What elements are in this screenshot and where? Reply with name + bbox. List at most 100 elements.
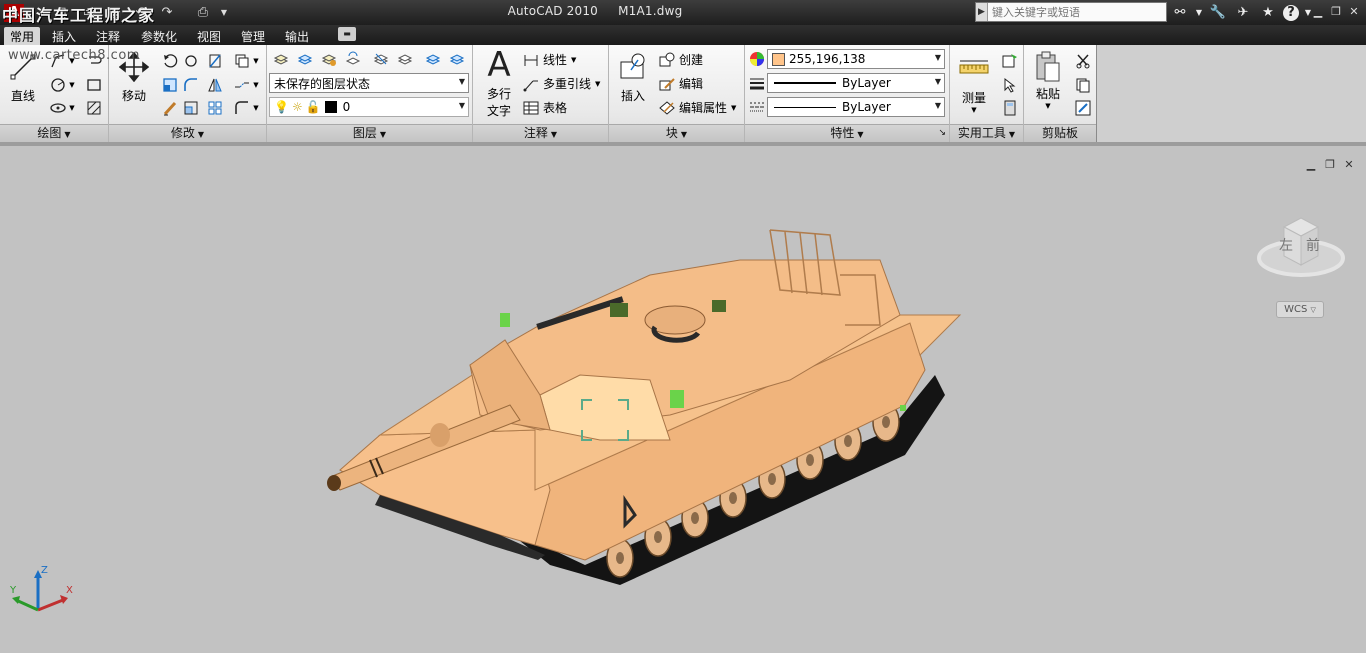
layer-isolate-icon[interactable] xyxy=(371,49,391,69)
layer-combo[interactable]: 💡 ☼ 🔓 0 ▼ xyxy=(269,97,469,117)
restore-icon[interactable]: ❐ xyxy=(1328,3,1344,19)
lineweight-sample xyxy=(774,82,836,84)
sun-icon: ☼ xyxy=(291,100,303,114)
layer-off-icon[interactable] xyxy=(447,49,467,69)
scale-icon[interactable] xyxy=(181,98,201,118)
match-properties-icon[interactable] xyxy=(1073,98,1093,118)
star-icon[interactable]: ★ xyxy=(1258,3,1278,23)
tab-annotate[interactable]: 注释 xyxy=(96,28,120,45)
color-wheel-icon[interactable] xyxy=(747,49,767,69)
dropdown-icon[interactable]: ▼ xyxy=(252,98,260,118)
trim-icon[interactable] xyxy=(205,51,225,71)
panel-layers-footer[interactable]: 图层 ▼ xyxy=(267,124,472,142)
lineweight-icon[interactable] xyxy=(747,73,767,93)
tab-output[interactable]: 输出 xyxy=(285,28,309,45)
layer-unisolate-icon[interactable] xyxy=(395,49,415,69)
help-icon[interactable]: ? xyxy=(1283,4,1299,21)
search-input[interactable] xyxy=(988,3,1164,21)
search-expand-icon[interactable]: ▶ xyxy=(976,3,988,21)
tab-parametric[interactable]: 参数化 xyxy=(141,28,177,45)
chevron-down-icon: ▼ xyxy=(595,79,601,88)
viewcube[interactable]: 左 前 xyxy=(1256,210,1346,285)
chevron-down-icon: ▼ xyxy=(1045,102,1051,110)
measure-label: 测量 xyxy=(961,91,986,105)
dropdown-icon[interactable]: ▼ xyxy=(68,75,76,95)
dropdown-icon[interactable]: ▼ xyxy=(252,51,260,71)
color-combo[interactable]: 255,196,138 ▼ xyxy=(767,49,945,69)
edit-block-button[interactable]: 编辑 xyxy=(659,75,703,92)
rotate-icon[interactable] xyxy=(160,51,180,71)
edit-block-label: 编辑 xyxy=(679,77,704,91)
edit-block-icon xyxy=(659,77,675,90)
close-icon[interactable]: ✕ xyxy=(1346,3,1362,19)
edit-attribute-button[interactable]: 编辑属性 ▼ xyxy=(659,99,736,116)
tab-home[interactable]: 常用 xyxy=(4,27,41,45)
circle-icon[interactable] xyxy=(48,75,68,95)
panel-annotation-title: 注释 xyxy=(523,126,548,140)
tab-view[interactable]: 视图 xyxy=(197,28,221,45)
copy-array-icon[interactable] xyxy=(232,51,252,71)
wrench-icon[interactable]: 🔧 xyxy=(1208,3,1228,23)
rotate-icon-2[interactable] xyxy=(181,51,201,71)
panel-modify-footer[interactable]: 修改 ▼ xyxy=(109,124,266,142)
multileader-button[interactable]: 多重引线 ▼ xyxy=(523,75,600,92)
panel-draw-footer[interactable]: 绘图 ▼ xyxy=(0,124,108,142)
minimize-icon[interactable]: ▁ xyxy=(1304,157,1318,171)
lineweight-combo[interactable]: ByLayer ▼ xyxy=(767,73,945,93)
ribbon-empty-area xyxy=(1097,45,1366,142)
panel-annotation-footer[interactable]: 注释 ▼ xyxy=(473,124,608,142)
tank-model xyxy=(327,229,962,585)
satellite-icon[interactable]: ✈ xyxy=(1233,3,1253,23)
ellipse-icon[interactable] xyxy=(48,98,68,118)
dropdown-icon[interactable]: ▼ xyxy=(252,75,260,95)
rectangle-icon[interactable] xyxy=(84,75,104,95)
quick-select-icon[interactable] xyxy=(1000,51,1020,71)
dropdown-icon[interactable]: ▼ xyxy=(68,98,76,118)
erase-icon[interactable] xyxy=(160,98,180,118)
id-point-icon[interactable] xyxy=(1000,75,1020,95)
chevron-down-icon: ▼ xyxy=(379,130,387,139)
ribbon-minimize-icon[interactable]: ▬ xyxy=(338,27,356,41)
copy-icon[interactable] xyxy=(1073,75,1093,95)
paste-button[interactable]: 粘贴 ▼ xyxy=(1030,51,1066,110)
fillet-icon[interactable] xyxy=(181,75,201,95)
chevron-down-icon: ▼ xyxy=(934,53,941,62)
linear-dim-button[interactable]: 线性 ▼ xyxy=(523,51,576,68)
layer-freeze-icon[interactable] xyxy=(423,49,443,69)
binoculars-icon[interactable]: ⚯ xyxy=(1170,3,1190,23)
tab-manage[interactable]: 管理 xyxy=(241,28,265,45)
layer-state-combo[interactable]: 未保存的图层状态 ▼ xyxy=(269,73,469,93)
layer-state-icon[interactable] xyxy=(295,49,315,69)
panel-clipboard-footer[interactable]: 剪贴板 xyxy=(1024,124,1096,142)
dropdown-icon[interactable]: ▼ xyxy=(1195,3,1203,23)
wcs-menu[interactable]: WCS ▽ xyxy=(1276,301,1324,318)
create-block-button[interactable]: 创建 xyxy=(659,51,703,68)
mirror-icon[interactable] xyxy=(205,75,225,95)
ribbon-tab-bar: www.cartech8.com 常用 插入 注释 参数化 视图 管理 输出 ▬ xyxy=(0,25,1366,63)
layer-properties-icon[interactable] xyxy=(271,49,291,69)
panel-block-footer[interactable]: 块 ▼ xyxy=(609,124,744,142)
cut-icon[interactable] xyxy=(1073,51,1093,71)
panel-properties-footer[interactable]: 特性 ▼ ↘ xyxy=(745,124,949,142)
mtext-button[interactable]: A 多行 文字 xyxy=(479,48,519,119)
color-swatch xyxy=(772,52,785,66)
layer-previous-icon[interactable] xyxy=(343,49,363,69)
close-icon[interactable]: ✕ xyxy=(1342,157,1356,171)
hatch-icon[interactable] xyxy=(84,98,104,118)
minimize-icon[interactable]: ▁ xyxy=(1310,3,1326,19)
linetype-icon[interactable] xyxy=(747,97,767,117)
table-button[interactable]: 表格 xyxy=(523,99,567,116)
linetype-combo[interactable]: ByLayer ▼ xyxy=(767,97,945,117)
tab-insert[interactable]: 插入 xyxy=(52,28,76,45)
insert-block-button[interactable]: 插入 xyxy=(615,51,651,104)
measure-button[interactable]: 测量 ▼ xyxy=(954,53,994,114)
fillet-corner-icon[interactable] xyxy=(232,98,252,118)
calculator-icon[interactable] xyxy=(1000,98,1020,118)
array-icon[interactable] xyxy=(205,98,225,118)
break-icon[interactable] xyxy=(232,75,252,95)
dialog-launcher-icon[interactable]: ↘ xyxy=(938,125,946,142)
layer-match-icon[interactable] xyxy=(319,49,339,69)
panel-utilities-footer[interactable]: 实用工具 ▼ xyxy=(950,124,1023,142)
restore-icon[interactable]: ❐ xyxy=(1323,157,1337,171)
stretch-icon[interactable] xyxy=(160,75,180,95)
